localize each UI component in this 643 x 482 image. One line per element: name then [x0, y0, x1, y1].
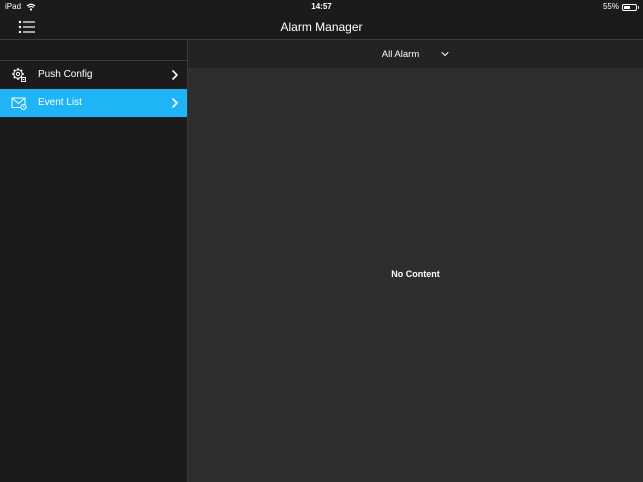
app-screen: iPad 14:57 55% Alarm Manager Push Config… — [0, 0, 643, 482]
envelope-event-icon — [11, 97, 27, 111]
chevron-right-icon — [172, 70, 178, 80]
alarm-filter-label: All Alarm — [381, 48, 420, 60]
battery-icon — [622, 3, 639, 11]
sidebar-header — [0, 40, 187, 61]
status-time: 14:57 — [311, 2, 332, 11]
empty-state-message: No Content — [391, 269, 440, 279]
alarm-filter-dropdown[interactable]: All Alarm — [188, 40, 643, 68]
sidebar-item-label: Push Config — [38, 69, 93, 80]
status-right: 55% — [602, 0, 639, 14]
gear-config-icon — [12, 68, 26, 82]
sidebar-item-label: Event List — [38, 97, 82, 108]
page-title: Alarm Manager — [280, 20, 363, 34]
chevron-down-icon — [441, 52, 449, 56]
sidebar-item-event-list[interactable]: Event List — [0, 89, 187, 117]
chevron-right-icon — [172, 98, 178, 108]
nav-bar: Alarm Manager — [0, 14, 643, 40]
main-content: All Alarm No Content — [188, 40, 643, 482]
status-bar: iPad 14:57 55% — [0, 0, 643, 14]
battery-percent: 55% — [602, 2, 619, 11]
sidebar-item-push-config[interactable]: Push Config — [0, 61, 187, 89]
battery-level — [624, 5, 631, 9]
sidebar: Push Config Event List — [0, 40, 188, 482]
